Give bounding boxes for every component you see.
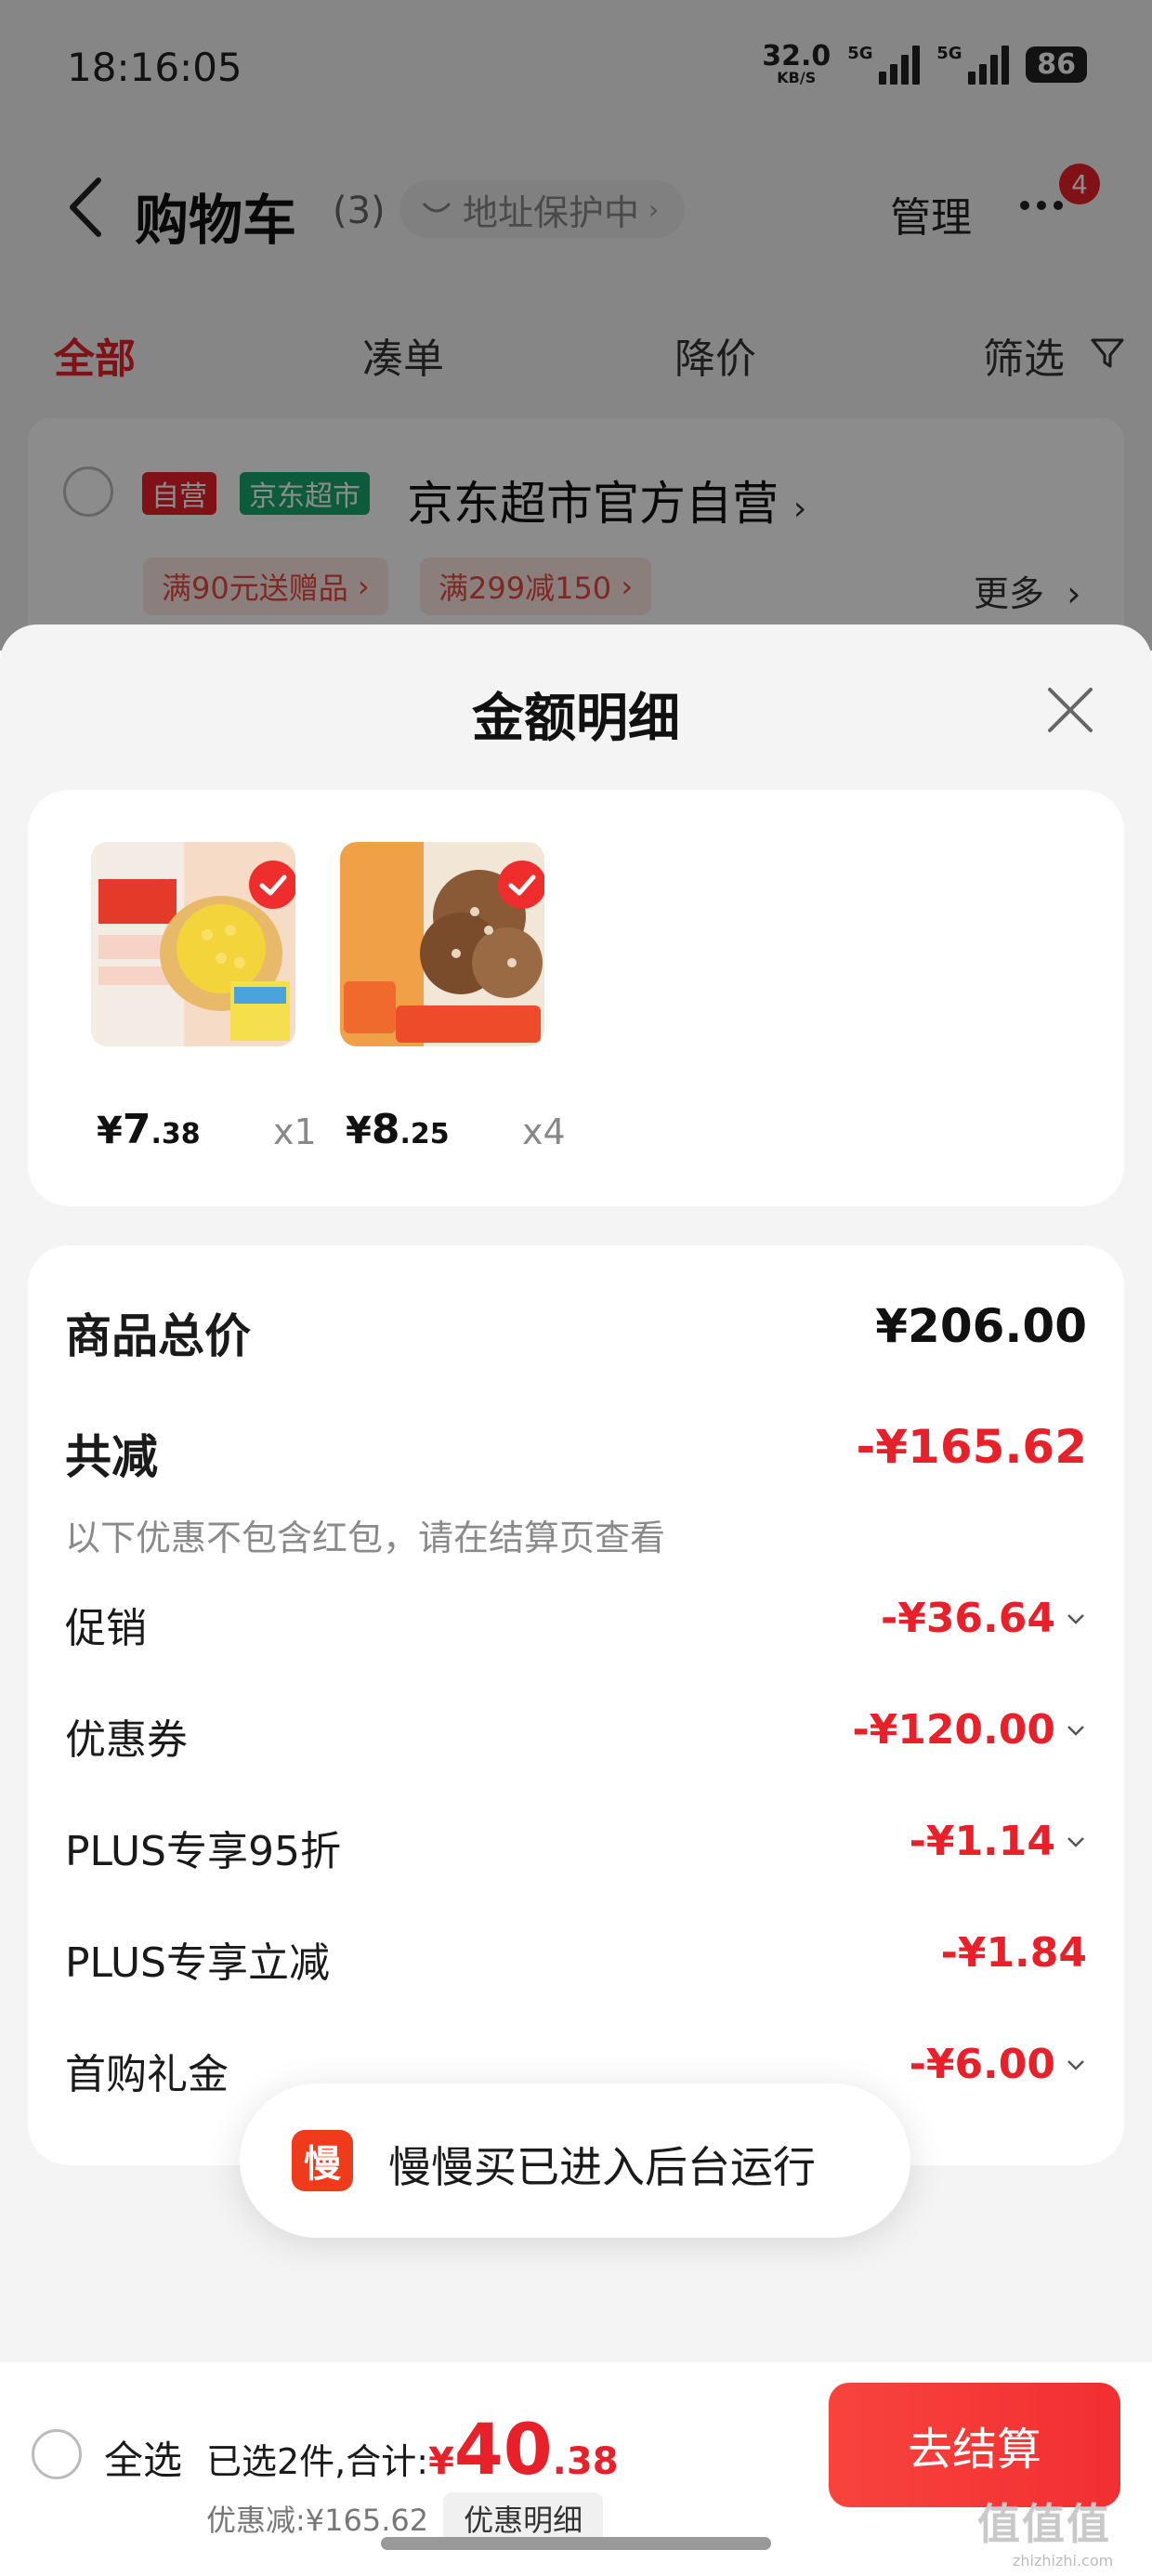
- chevron-down-icon: [1067, 1725, 1084, 1736]
- discount-amount: -¥1.14: [909, 1818, 1055, 1865]
- price-currency: ¥: [346, 1110, 372, 1152]
- product-item[interactable]: ¥7.38 x1: [61, 842, 317, 1153]
- total-price-label: 商品总价: [65, 1309, 251, 1363]
- total-price-value: ¥206.00: [875, 1299, 1087, 1353]
- total-decimal: .38: [552, 2440, 619, 2483]
- discount-amount: -¥6.00: [909, 2041, 1055, 2088]
- reduction-note: 以下优惠不包含红包，请在结算页查看: [65, 1518, 666, 1558]
- discount-amount: -¥120.00: [852, 1706, 1055, 1754]
- checkout-button[interactable]: 去结算: [829, 2383, 1120, 2507]
- product-item[interactable]: ¥8.25 x4: [310, 842, 566, 1153]
- discount-value: -¥36.64: [881, 1595, 1087, 1642]
- discount-label: 促销: [65, 1605, 147, 1652]
- select-all-radio[interactable]: [32, 2429, 82, 2479]
- discount-amount: -¥1.84: [940, 1929, 1087, 1977]
- home-indicator[interactable]: [381, 2537, 771, 2550]
- selected-count-text: 已选2件,合计:: [206, 2441, 429, 2482]
- total-reduction-label: 共减: [65, 1430, 158, 1484]
- discount-summary: 优惠减:¥165.62: [206, 2503, 429, 2538]
- price-currency: ¥: [97, 1110, 123, 1152]
- product-thumbnail-mushroom: [340, 842, 544, 1046]
- total-integer: 40: [453, 2408, 553, 2491]
- chevron-down-icon: [1067, 1613, 1084, 1624]
- sheet-title: 金额明细: [472, 689, 680, 749]
- selected-total: 已选2件,合计: ¥ 40 .38: [206, 2414, 619, 2485]
- watermark-url: zhizhizhi.com: [1013, 2552, 1114, 2569]
- price-decimal: .38: [151, 1118, 201, 1150]
- price-integer: 7: [122, 1106, 151, 1153]
- discount-label: 优惠券: [65, 1716, 188, 1764]
- discount-value: -¥1.84: [941, 1929, 1087, 1977]
- discount-value: -¥6.00: [910, 2041, 1087, 2088]
- chevron-down-icon: [1067, 2059, 1084, 2070]
- product-price: ¥8.25: [346, 1106, 450, 1153]
- watermark: 值值值: [977, 2499, 1111, 2549]
- modal-overlay[interactable]: [0, 0, 1152, 651]
- checkout-bar: 全选 已选2件,合计: ¥ 40 .38 优惠减:¥165.62 优惠明细 去结…: [0, 2362, 1152, 2576]
- manmanmai-logo-icon: 慢: [292, 2130, 353, 2191]
- discount-label: 首购礼金: [65, 2051, 229, 2098]
- price-decimal: .25: [399, 1118, 450, 1150]
- selected-products-card: ¥7.38 x1 ¥8.25 x4: [28, 790, 1124, 1206]
- selected-check-icon: [249, 861, 295, 909]
- discount-label: PLUS专享95折: [65, 1828, 341, 1875]
- total-reduction-value: -¥165.62: [856, 1420, 1088, 1474]
- discount-amount: -¥36.64: [880, 1595, 1055, 1642]
- toast-message: 慢慢买已进入后台运行: [388, 2142, 816, 2192]
- discount-value: -¥1.14: [910, 1818, 1087, 1865]
- product-price: ¥7.38: [97, 1106, 201, 1153]
- price-summary-card: 商品总价 ¥206.00 共减 -¥165.62 以下优惠不包含红包，请在结算页…: [28, 1245, 1124, 2165]
- selected-check-icon: [498, 861, 544, 909]
- total-currency: ¥: [428, 2440, 454, 2483]
- close-icon[interactable]: [1041, 680, 1100, 740]
- product-thumbnail-corn: [91, 842, 295, 1046]
- price-integer: 8: [371, 1106, 400, 1153]
- select-all-label[interactable]: 全选: [104, 2429, 182, 2486]
- product-quantity: x4: [522, 1111, 566, 1152]
- chevron-down-icon: [1067, 1836, 1084, 1847]
- discount-value: -¥120.00: [852, 1706, 1087, 1754]
- background-running-toast: 慢 慢慢买已进入后台运行: [240, 2083, 910, 2238]
- discount-label: PLUS专享立减: [65, 1939, 330, 1987]
